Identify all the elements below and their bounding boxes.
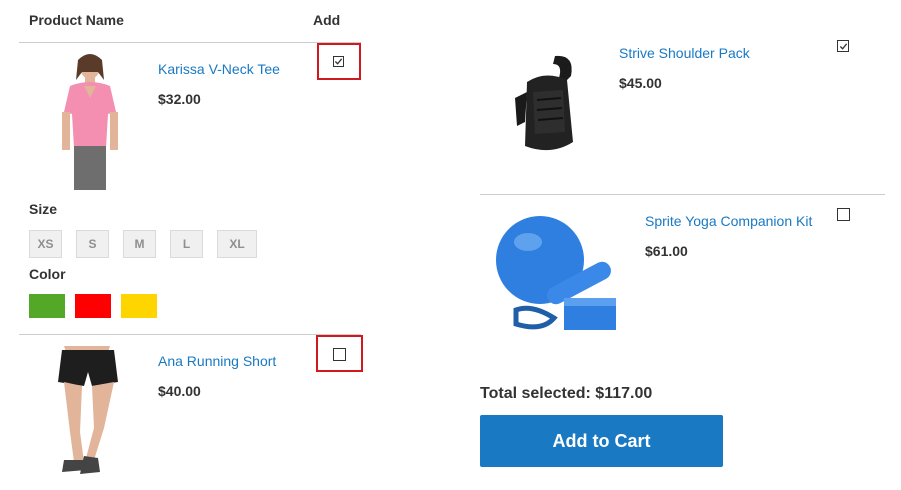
product-link-ana[interactable]: Ana Running Short: [158, 353, 276, 369]
size-swatch-s[interactable]: S: [76, 230, 109, 258]
product-image-karissa[interactable]: [44, 50, 136, 192]
check-icon: [334, 58, 343, 65]
add-checkbox-strive[interactable]: [837, 40, 849, 52]
size-label: Size: [29, 201, 58, 217]
color-swatch-yellow[interactable]: [121, 294, 157, 318]
product-image-ana[interactable]: [50, 342, 130, 482]
product-price-sprite: $61.00: [645, 243, 688, 259]
size-swatch-xl[interactable]: XL: [217, 230, 257, 258]
add-checkbox-ana[interactable]: [333, 348, 346, 361]
size-swatch-xs[interactable]: XS: [29, 230, 62, 258]
add-checkbox-sprite[interactable]: [837, 208, 850, 221]
product-price-strive: $45.00: [619, 75, 662, 91]
column-header-add: Add: [313, 12, 341, 28]
product-image-sprite[interactable]: [492, 208, 624, 336]
header-divider: [19, 42, 361, 43]
product-price-karissa: $32.00: [158, 91, 201, 107]
row-divider-right: [480, 194, 885, 195]
add-to-cart-button[interactable]: Add to Cart: [480, 415, 723, 467]
color-swatch-green[interactable]: [29, 294, 65, 318]
add-checkbox-karissa[interactable]: [333, 56, 344, 67]
size-swatch-l[interactable]: L: [170, 230, 203, 258]
color-swatch-red[interactable]: [75, 294, 111, 318]
size-swatch-m[interactable]: M: [123, 230, 156, 258]
column-header-product-name: Product Name: [29, 12, 124, 28]
check-icon: [839, 42, 847, 50]
product-price-ana: $40.00: [158, 383, 201, 399]
total-selected: Total selected: $117.00: [480, 385, 653, 402]
product-link-sprite[interactable]: Sprite Yoga Companion Kit: [645, 213, 812, 229]
product-link-strive[interactable]: Strive Shoulder Pack: [619, 45, 750, 61]
row-divider: [19, 334, 361, 335]
product-link-karissa[interactable]: Karissa V-Neck Tee: [158, 61, 280, 77]
product-image-strive[interactable]: [505, 52, 595, 162]
color-label: Color: [29, 266, 66, 282]
